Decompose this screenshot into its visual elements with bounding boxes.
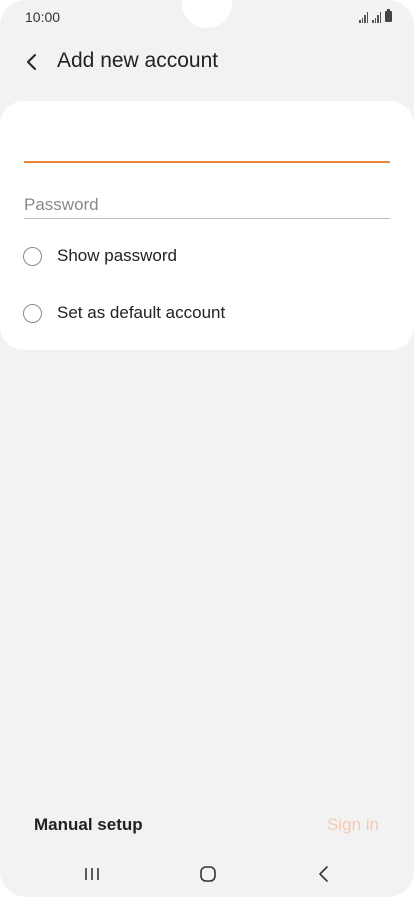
back-button[interactable] [16,48,48,76]
chevron-left-icon [27,54,36,70]
back-icon [319,866,328,882]
email-field[interactable] [24,127,390,163]
app-header: Add new account [0,40,414,84]
battery-icon [385,9,392,22]
password-field[interactable] [24,192,390,219]
navigation-bar [0,852,414,897]
phone-screen: 10:00 Add new account Show password Set … [0,0,414,897]
camera-notch [182,0,232,28]
recents-button[interactable] [72,860,112,888]
status-icons [359,9,392,23]
signal-icon [359,12,368,23]
default-account-option[interactable]: Set as default account [23,300,393,326]
nav-back-button[interactable] [304,860,344,888]
default-account-radio[interactable] [23,303,42,323]
account-form-card: Show password Set as default account [0,101,414,350]
home-icon [200,866,216,882]
manual-setup-button[interactable]: Manual setup [34,815,143,835]
show-password-label: Show password [57,246,178,265]
status-bar: 10:00 [0,0,414,34]
show-password-option[interactable]: Show password [23,243,393,269]
recents-icon [85,868,99,880]
show-password-radio[interactable] [23,246,42,266]
status-time: 10:00 [25,9,61,25]
page-title: Add new account [57,49,219,72]
sign-in-button[interactable]: Sign in [327,815,379,835]
default-account-label: Set as default account [57,303,226,322]
signal-icon-2 [372,12,381,23]
home-button[interactable] [188,860,228,888]
